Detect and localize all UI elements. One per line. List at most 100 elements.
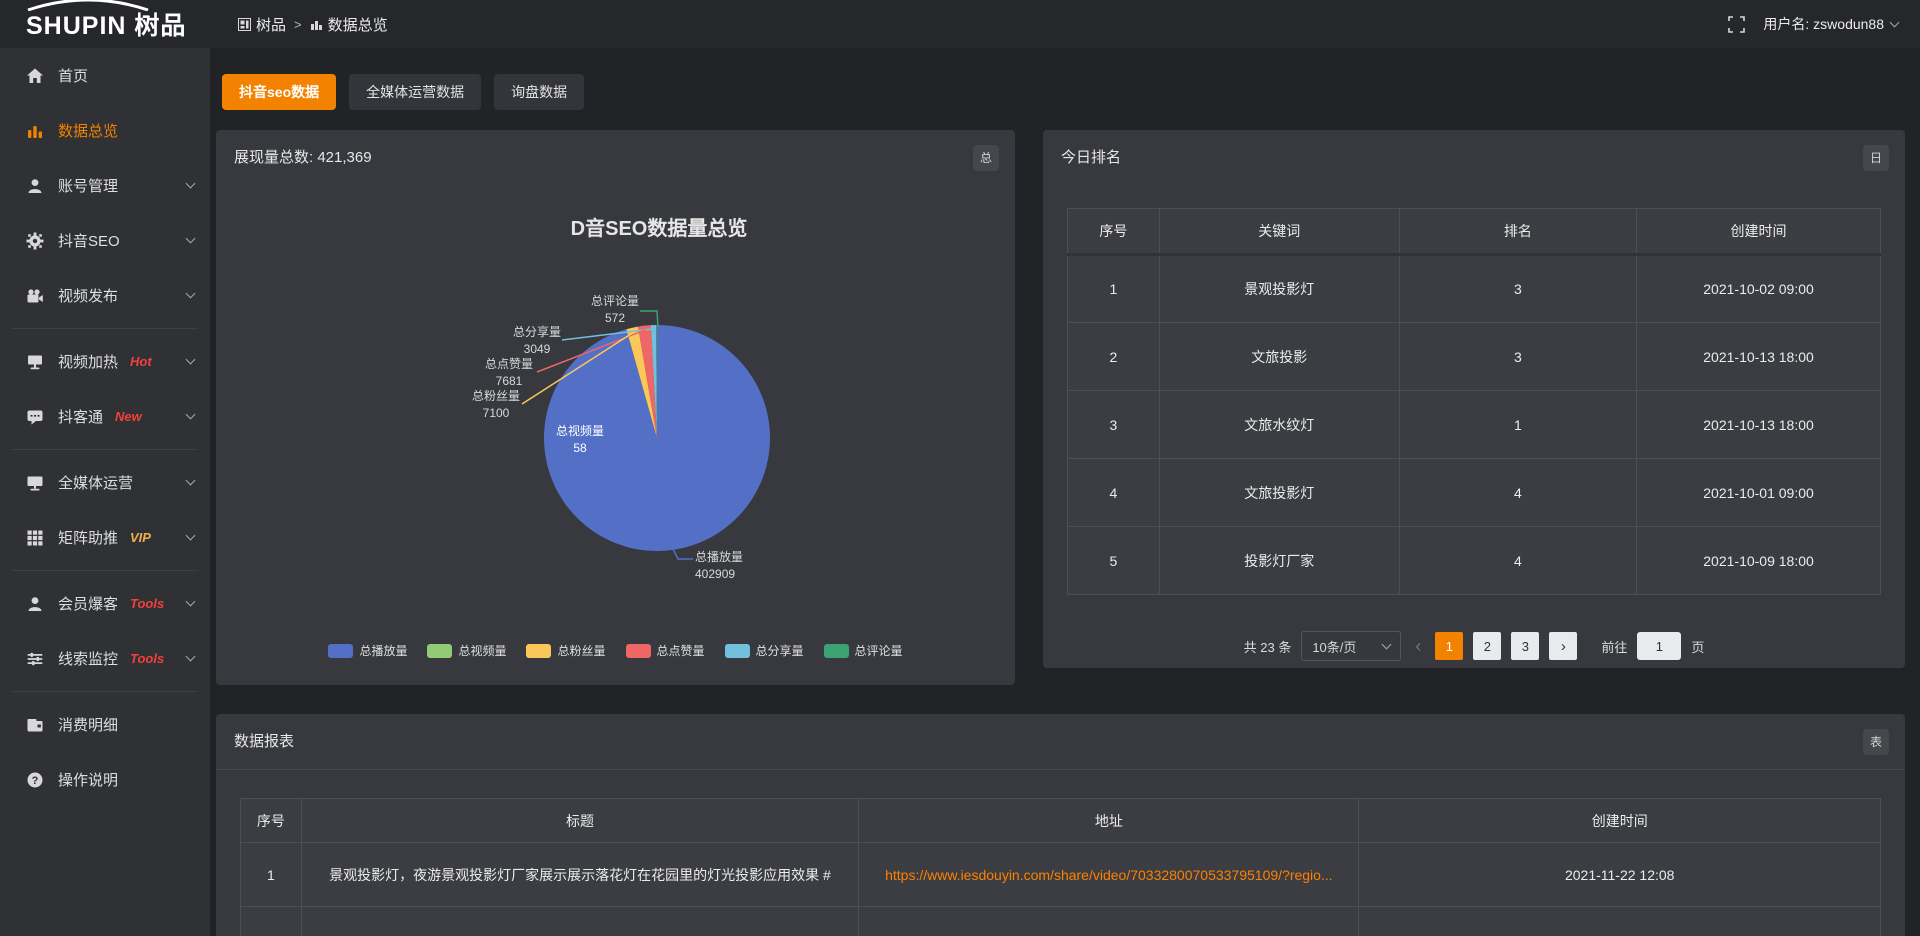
pie-label-comments: 总评论量572 — [591, 293, 639, 327]
col-url: 地址 — [859, 799, 1359, 843]
pie-chart-svg — [216, 186, 1015, 685]
bar-chart-icon — [26, 122, 44, 140]
sidebar-item-label: 抖音SEO — [58, 230, 120, 251]
logo-primary: SHUPIN — [26, 12, 126, 40]
sidebar-item-help[interactable]: ? 操作说明 — [0, 752, 210, 807]
pie-label-plays: 总播放量402909 — [695, 549, 743, 583]
breadcrumb-item-current[interactable]: 数据总览 — [310, 14, 388, 35]
new-badge: New — [115, 409, 142, 424]
table-row: 4文旅投影灯42021-10-01 09:00 — [1068, 459, 1881, 527]
day-badge[interactable]: 日 — [1863, 145, 1889, 171]
grid-icon — [26, 529, 44, 547]
goto-label: 前往 — [1601, 637, 1627, 656]
pie-chart[interactable]: D音SEO数据量总览 总评论量572 总分享量3049 总点赞量7681 — [216, 130, 1015, 685]
chevron-down-icon — [186, 530, 196, 540]
sidebar-item-matrix-boost[interactable]: 矩阵助推 VIP — [0, 510, 210, 565]
data-report-panel: 数据报表 表 序号 标题 地址 创建时间 1 景观投影灯，夜游景观投影灯厂家展示… — [216, 714, 1905, 936]
tab-omnimedia-data[interactable]: 全媒体运营数据 — [349, 74, 481, 110]
page-size-select[interactable]: 10条/页 — [1301, 631, 1401, 661]
page-button-2[interactable]: 2 — [1473, 632, 1501, 660]
chart-legend: 总播放量 总视频量 总粉丝量 总点赞量 总分享量 总评论量 — [216, 642, 1015, 659]
chevron-down-icon — [186, 475, 196, 485]
next-page-button[interactable]: › — [1549, 632, 1577, 660]
rank-panel-title: 今日排名 — [1061, 149, 1121, 166]
user-menu[interactable]: 用户名: zswodun88 — [1763, 14, 1898, 34]
fullscreen-icon[interactable] — [1728, 16, 1745, 33]
gear-icon — [26, 232, 44, 250]
sidebar-item-spending-detail[interactable]: 消费明细 — [0, 697, 210, 752]
pagination: 共 23 条 10条/页 ‹ 1 2 3 › 前往 页 — [1043, 631, 1905, 661]
logo-arc-icon — [24, 0, 152, 11]
legend-item-shares[interactable]: 总分享量 — [725, 642, 804, 659]
video-camera-icon — [26, 287, 44, 305]
sidebar-item-account[interactable]: 账号管理 — [0, 158, 210, 213]
question-icon: ? — [26, 771, 44, 789]
col-title: 标题 — [301, 799, 859, 843]
legend-item-videos[interactable]: 总视频量 — [427, 642, 506, 659]
sidebar-item-label: 线索监控 — [58, 648, 118, 669]
chevron-down-icon — [186, 596, 196, 606]
legend-item-comments[interactable]: 总评论量 — [824, 642, 903, 659]
video-title: 景观投影灯，夜游景观投影灯厂家展示展示落花灯在花园里的灯光投影应用效果 # — [301, 843, 859, 907]
legend-item-likes[interactable]: 总点赞量 — [626, 642, 705, 659]
sidebar-item-omnimedia[interactable]: 全媒体运营 — [0, 455, 210, 510]
seo-chart-panel: 展现量总数: 421,369 总 D音SEO数据量总览 总评论量572 总分享量… — [216, 130, 1015, 685]
chevron-down-icon — [1890, 18, 1900, 28]
table-row: 3文旅水纹灯12021-10-13 18:00 — [1068, 391, 1881, 459]
sidebar-item-doukoutong[interactable]: 抖客通 New — [0, 389, 210, 444]
legend-swatch — [526, 644, 551, 658]
sidebar-item-label: 操作说明 — [58, 769, 118, 790]
presentation-icon — [26, 353, 44, 371]
vip-badge: VIP — [130, 530, 151, 545]
table-badge[interactable]: 表 — [1863, 729, 1889, 755]
sidebar-item-label: 全媒体运营 — [58, 472, 133, 493]
wallet-icon — [26, 716, 44, 734]
page-button-3[interactable]: 3 — [1511, 632, 1539, 660]
sidebar-item-member-burst[interactable]: 会员爆客 Tools — [0, 576, 210, 631]
video-link[interactable]: https://www.iesdouyin.com/share/video/70… — [859, 843, 1359, 907]
svg-text:?: ? — [32, 775, 39, 787]
pagination-total: 共 23 条 — [1244, 637, 1292, 656]
chat-bubble-icon — [26, 408, 44, 426]
tab-inquiry-data[interactable]: 询盘数据 — [494, 74, 584, 110]
sidebar-item-label: 抖客通 — [58, 406, 103, 427]
tools-badge: Tools — [130, 651, 164, 666]
col-keyword: 关键词 — [1159, 209, 1399, 255]
chevron-down-icon — [186, 288, 196, 298]
sidebar-item-home[interactable]: 首页 — [0, 48, 210, 103]
page-button-1[interactable]: 1 — [1435, 632, 1463, 660]
sidebar-item-label: 消费明细 — [58, 714, 118, 735]
chevron-down-icon — [186, 178, 196, 188]
sidebar-item-label: 矩阵助推 — [58, 527, 118, 548]
table-row: 5投影灯厂家42021-10-09 18:00 — [1068, 527, 1881, 595]
table-row: 2文旅投影32021-10-13 18:00 — [1068, 323, 1881, 391]
goto-page-input[interactable] — [1637, 632, 1681, 660]
sidebar-item-label: 视频发布 — [58, 285, 118, 306]
legend-swatch — [824, 644, 849, 658]
legend-item-plays[interactable]: 总播放量 — [328, 642, 407, 659]
prev-page-button[interactable]: ‹ — [1411, 636, 1425, 657]
sidebar-divider — [12, 691, 198, 692]
chevron-down-icon — [1382, 640, 1392, 650]
tab-douyin-seo-data[interactable]: 抖音seo数据 — [222, 74, 336, 110]
breadcrumb-item-home[interactable]: 树品 — [238, 14, 286, 35]
col-created: 创建时间 — [1637, 209, 1881, 255]
sidebar-item-video-publish[interactable]: 视频发布 — [0, 268, 210, 323]
topbar: SHUPIN 树品 树品 > 数据总览 用户名: zswodun88 — [0, 0, 1920, 48]
legend-item-fans[interactable]: 总粉丝量 — [526, 642, 605, 659]
col-created: 创建时间 — [1359, 799, 1881, 843]
col-rank: 排名 — [1399, 209, 1636, 255]
sidebar-item-label: 首页 — [58, 65, 88, 86]
sidebar-item-douyin-seo[interactable]: 抖音SEO — [0, 213, 210, 268]
breadcrumb-label: 数据总览 — [328, 14, 388, 35]
sidebar-item-data-overview[interactable]: 数据总览 — [0, 103, 210, 158]
member-icon — [26, 595, 44, 613]
sidebar-divider — [12, 570, 198, 571]
app-logo: SHUPIN 树品 — [0, 6, 210, 42]
report-table: 序号 标题 地址 创建时间 1 景观投影灯，夜游景观投影灯厂家展示展示落花灯在花… — [240, 798, 1881, 936]
pie-label-fans: 总粉丝量7100 — [472, 388, 520, 422]
breadcrumb-separator: > — [294, 17, 302, 32]
sidebar-item-lead-monitor[interactable]: 线索监控 Tools — [0, 631, 210, 686]
sidebar-item-video-heat[interactable]: 视频加热 Hot — [0, 334, 210, 389]
chevron-down-icon — [186, 354, 196, 364]
